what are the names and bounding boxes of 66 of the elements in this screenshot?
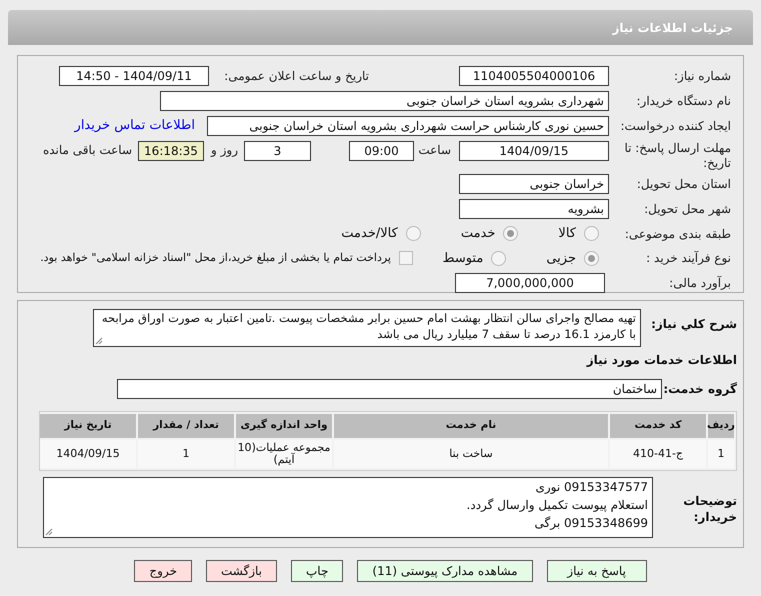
table-cell: مجموعه عملیات(10 آیتم)	[236, 440, 332, 468]
action-button[interactable]: پاسخ به نیاز	[546, 560, 647, 582]
field-label: برآورد مالی:	[668, 275, 731, 292]
field-label: گروه خدمت:	[662, 381, 737, 398]
deadline-date-field: 1404/09/15	[459, 141, 609, 161]
field-label: توضیحات خریدار:	[682, 493, 737, 525]
announce-date-field: 1404/09/11 - 14:50	[59, 66, 209, 86]
radio-label: خدمت	[460, 225, 496, 243]
field-label: ساعت	[417, 142, 452, 159]
column-header: تاریخ نیاز	[40, 414, 136, 438]
field-label: استان محل تحویل:	[636, 176, 731, 193]
radio-label: کالا	[558, 225, 576, 243]
radio-label: جزیی	[546, 250, 576, 268]
field-label: شرح کلي نياز:	[650, 316, 737, 333]
field-label: ایجاد کننده درخواست:	[619, 118, 731, 135]
field-label: روز و	[210, 142, 239, 159]
field-label: نوع فرآیند خرید :	[645, 250, 731, 268]
radio-button[interactable]	[503, 226, 518, 242]
field-label: مهلت ارسال پاسخ: تا تاریخ:	[623, 141, 731, 171]
column-header: واحد اندازه گیری	[236, 414, 332, 438]
buyer-org-field: شهرداری بشرویه استان خراسان جنوبی	[160, 91, 609, 111]
radio-button[interactable]	[406, 226, 421, 242]
action-button[interactable]: مشاهده مدارک پیوستی (11)	[357, 560, 533, 582]
action-button[interactable]: چاپ	[291, 560, 344, 582]
resize-handle-icon[interactable]	[45, 528, 53, 536]
page-title: جزئیات اطلاعات نیاز	[612, 20, 733, 36]
action-button[interactable]: خروج	[134, 560, 192, 582]
table-cell: ساخت بنا	[334, 440, 608, 468]
city-field: بشرویه	[459, 199, 609, 219]
radio-button[interactable]	[491, 250, 506, 266]
field-label: شهر محل تحویل:	[643, 201, 731, 218]
field-label: نام دستگاه خریدار:	[636, 93, 731, 110]
radio-button[interactable]	[584, 250, 599, 266]
need-number-field: 1104005504000106	[459, 66, 609, 86]
deadline-time-field: 09:00	[349, 141, 414, 161]
radio-button[interactable]	[584, 226, 599, 242]
description-field: تهیه مصالح واجرای سالن انتظار بهشت امام حسین برابر مشخصات پیوست .تامین اعتبار به صورت اوراق مرابحه با کارمزد 16.1 درصد تا سقف 7 میلیارد ریال می باشد	[93, 309, 641, 347]
field-label: شماره نیاز:	[673, 68, 731, 85]
resize-handle-icon[interactable]	[95, 337, 103, 345]
checkbox[interactable]	[399, 251, 413, 266]
column-header: نام خدمت	[334, 414, 608, 438]
table-cell: ج-41-410	[610, 440, 706, 468]
table-cell: 1404/09/15	[40, 440, 136, 468]
field-label: ساعت باقی مانده	[42, 142, 133, 159]
column-header: کد خدمت	[610, 414, 706, 438]
column-header: تعداد / مقدار	[138, 414, 234, 438]
section-heading: اطلاعات خدمات مورد نیاز	[585, 352, 737, 369]
requester-field: حسین نوری کارشناس حراست شهرداری بشرویه استان خراسان جنوبی	[207, 116, 609, 136]
column-header: ردیف	[708, 414, 734, 438]
buyer-contact-link[interactable]: اطلاعات تماس خریدار	[74, 116, 195, 136]
table-cell: 1	[138, 440, 234, 468]
note-line: 09153347577 نوری	[534, 479, 648, 496]
field-label: طبقه بندی موضوعی:	[624, 226, 731, 243]
remaining-time-field: 16:18:35	[138, 141, 204, 161]
radio-label: کالا/خدمت	[341, 225, 398, 243]
note-line: 09153348699 برگی	[534, 515, 648, 532]
budget-field: 7,000,000,000	[455, 273, 605, 293]
field-label: تاریخ و ساعت اعلان عمومی:	[223, 68, 370, 85]
radio-label: متوسط	[442, 250, 484, 268]
province-field: خراسان جنوبی	[459, 174, 609, 194]
service-group-field: ساختمان	[117, 379, 662, 399]
note-line: استعلام پیوست تکمیل وارسال گردد.	[466, 497, 648, 514]
days-field: 3	[244, 141, 311, 161]
checkbox-label: پرداخت تمام یا بخشی از مبلغ خرید،از محل "اسناد خزانه اسلامی" خواهد بود.	[40, 250, 391, 266]
table-cell: 1	[708, 440, 734, 468]
action-button[interactable]: بازگشت	[206, 560, 277, 582]
